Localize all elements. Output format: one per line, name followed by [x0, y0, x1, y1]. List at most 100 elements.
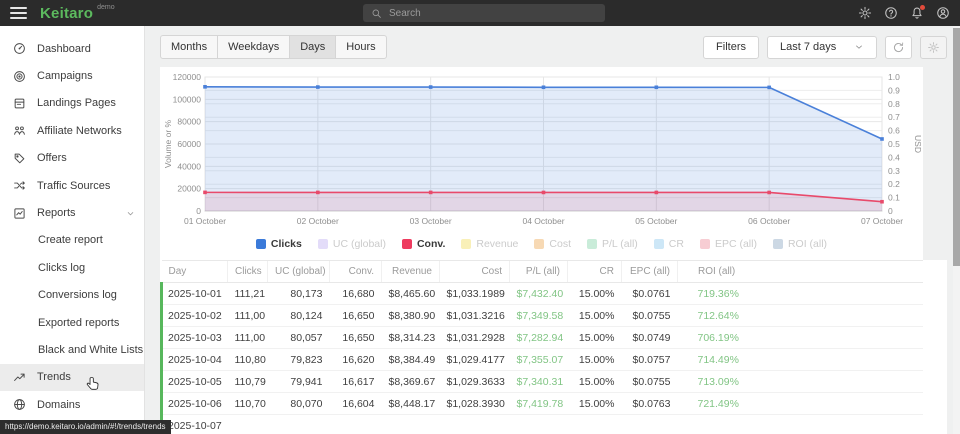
sidebar-item-dashboard[interactable]: Dashboard [0, 35, 144, 62]
tab-weekdays[interactable]: Weekdays [218, 36, 290, 58]
sidebar-item-domains[interactable]: Domains [0, 391, 144, 418]
column-header-p-l-all[interactable]: P/L (all) [510, 261, 568, 283]
column-header-cost[interactable]: Cost [440, 261, 510, 283]
legend-item-uc-global[interactable]: UC (global) [318, 238, 386, 250]
legend-item-cost[interactable]: Cost [534, 238, 571, 250]
svg-text:04 October: 04 October [522, 216, 564, 226]
sidebar-item-create-report[interactable]: Create report [0, 227, 144, 254]
legend-swatch [318, 239, 328, 249]
cell-p-l-all: $7,340.31 [510, 371, 568, 393]
legend-swatch [402, 239, 412, 249]
trends-chart: 00.10.20.30.40.50.60.70.80.91.0020000400… [160, 67, 923, 232]
cell-revenue: $8,314.23 [382, 327, 440, 349]
cell-uc-global: 80,070 [268, 393, 330, 415]
cell-cost: $1,029.4177 [440, 349, 510, 371]
cell-revenue: $8,380.90 [382, 305, 440, 327]
help-button[interactable] [884, 6, 898, 20]
legend-item-epc-all[interactable]: EPC (all) [700, 238, 757, 250]
column-header-cr[interactable]: CR [568, 261, 622, 283]
sidebar-item-traffic-sources[interactable]: Traffic Sources [0, 172, 144, 199]
table-row-2025-10-07[interactable]: 2025-10-07 [162, 415, 924, 434]
table-row-2025-10-06[interactable]: 2025-10-06110,7080,07016,604$8,448.17$1,… [162, 393, 924, 415]
sidebar-item-clicks-log[interactable]: Clicks log [0, 254, 144, 281]
landings-icon [13, 97, 26, 110]
table-row-2025-10-01[interactable]: 2025-10-01111,2180,17316,680$8,465.60$1,… [162, 283, 924, 305]
sidebar-item-black-and-white-lists[interactable]: Black and White Lists [0, 336, 144, 363]
sidebar-item-trends[interactable]: Trends [0, 364, 144, 391]
sidebar-item-offers[interactable]: Offers [0, 145, 144, 172]
legend-label: Revenue [476, 238, 518, 250]
svg-text:0.9: 0.9 [888, 85, 900, 95]
table-row-2025-10-05[interactable]: 2025-10-05110,7979,94116,617$8,369.67$1,… [162, 371, 924, 393]
svg-text:120000: 120000 [173, 72, 202, 82]
column-header-uc-global[interactable]: UC (global) [268, 261, 330, 283]
tab-days[interactable]: Days [290, 36, 336, 58]
svg-text:0.8: 0.8 [888, 99, 900, 109]
cell-conv: 16,617 [330, 371, 382, 393]
cell-revenue: $8,369.67 [382, 371, 440, 393]
legend-item-revenue[interactable]: Revenue [461, 238, 518, 250]
notification-dot [920, 5, 925, 10]
search-placeholder: Search [389, 8, 421, 19]
sidebar-item-exported-reports[interactable]: Exported reports [0, 309, 144, 336]
gear-icon [858, 6, 872, 20]
account-button[interactable] [936, 6, 950, 20]
sidebar-item-landings-pages[interactable]: Landings Pages [0, 90, 144, 117]
legend-item-conv[interactable]: Conv. [402, 238, 445, 250]
top-navbar: Keitaro demo Search [0, 0, 960, 26]
chart-legend: Clicks UC (global) Conv. Revenue Cost P/L (al… [160, 232, 923, 260]
cell-p-l-all: $7,355.07 [510, 349, 568, 371]
sidebar-item-conversions-log[interactable]: Conversions log [0, 282, 144, 309]
legend-swatch [773, 239, 783, 249]
column-header-clicks[interactable]: Clicks [228, 261, 268, 283]
cell-conv: 16,650 [330, 327, 382, 349]
legend-item-roi-all[interactable]: ROI (all) [773, 238, 827, 250]
tab-hours[interactable]: Hours [336, 36, 385, 58]
sidebar-item-affiliate-networks[interactable]: Affiliate Networks [0, 117, 144, 144]
svg-text:100000: 100000 [173, 94, 202, 104]
table-panel: DayClicksUC (global)Conv.RevenueCostP/L … [160, 260, 947, 434]
svg-text:20000: 20000 [177, 184, 201, 194]
tab-months[interactable]: Months [161, 36, 218, 58]
svg-text:0: 0 [888, 206, 893, 216]
column-header-conv[interactable]: Conv. [330, 261, 382, 283]
filters-button[interactable]: Filters [703, 36, 759, 59]
table-row-2025-10-04[interactable]: 2025-10-04110,8079,82316,620$8,384.49$1,… [162, 349, 924, 371]
column-header-epc-all[interactable]: EPC (all) [622, 261, 678, 283]
hamburger-menu-icon[interactable] [10, 7, 27, 19]
cell-clicks [228, 415, 268, 434]
sidebar-item-reports[interactable]: Reports [0, 199, 144, 226]
keitaro-logo[interactable]: Keitaro [40, 5, 93, 22]
legend-item-cr[interactable]: CR [654, 238, 684, 250]
cell-p-l-all: $7,349.58 [510, 305, 568, 327]
cell-conv: 16,680 [330, 283, 382, 305]
table-row-2025-10-02[interactable]: 2025-10-02111,0080,12416,650$8,380.90$1,… [162, 305, 924, 327]
refresh-button[interactable] [885, 36, 912, 59]
column-header-revenue[interactable]: Revenue [382, 261, 440, 283]
column-header-roi-all[interactable]: ROI (all) [678, 261, 924, 283]
legend-item-p-l-all[interactable]: P/L (all) [587, 238, 638, 250]
gear-icon [927, 41, 940, 54]
navbar-icons [858, 6, 950, 20]
chart-settings-button[interactable] [920, 36, 947, 59]
cell-uc-global: 80,057 [268, 327, 330, 349]
sidebar-item-label: Campaigns [37, 70, 93, 82]
cell-cost: $1,028.3930 [440, 393, 510, 415]
sidebar-item-label: Landings Pages [37, 97, 116, 109]
affiliate-icon [13, 124, 26, 137]
cell-p-l-all: $7,419.78 [510, 393, 568, 415]
sidebar-item-label: Clicks log [38, 262, 85, 274]
column-header-day[interactable]: Day [162, 261, 228, 283]
search-input[interactable]: Search [363, 4, 605, 22]
dashboard-icon [13, 42, 26, 55]
sidebar-item-campaigns[interactable]: Campaigns [0, 62, 144, 89]
svg-text:07 October: 07 October [861, 216, 903, 226]
cell-clicks: 111,00 [228, 327, 268, 349]
settings-button[interactable] [858, 6, 872, 20]
cell-day: 2025-10-04 [162, 349, 228, 371]
notifications-button[interactable] [910, 6, 924, 20]
legend-item-clicks[interactable]: Clicks [256, 238, 302, 250]
scrollbar-thumb[interactable] [953, 28, 960, 266]
table-row-2025-10-03[interactable]: 2025-10-03111,0080,05716,650$8,314.23$1,… [162, 327, 924, 349]
date-range-select[interactable]: Last 7 days [767, 36, 877, 59]
